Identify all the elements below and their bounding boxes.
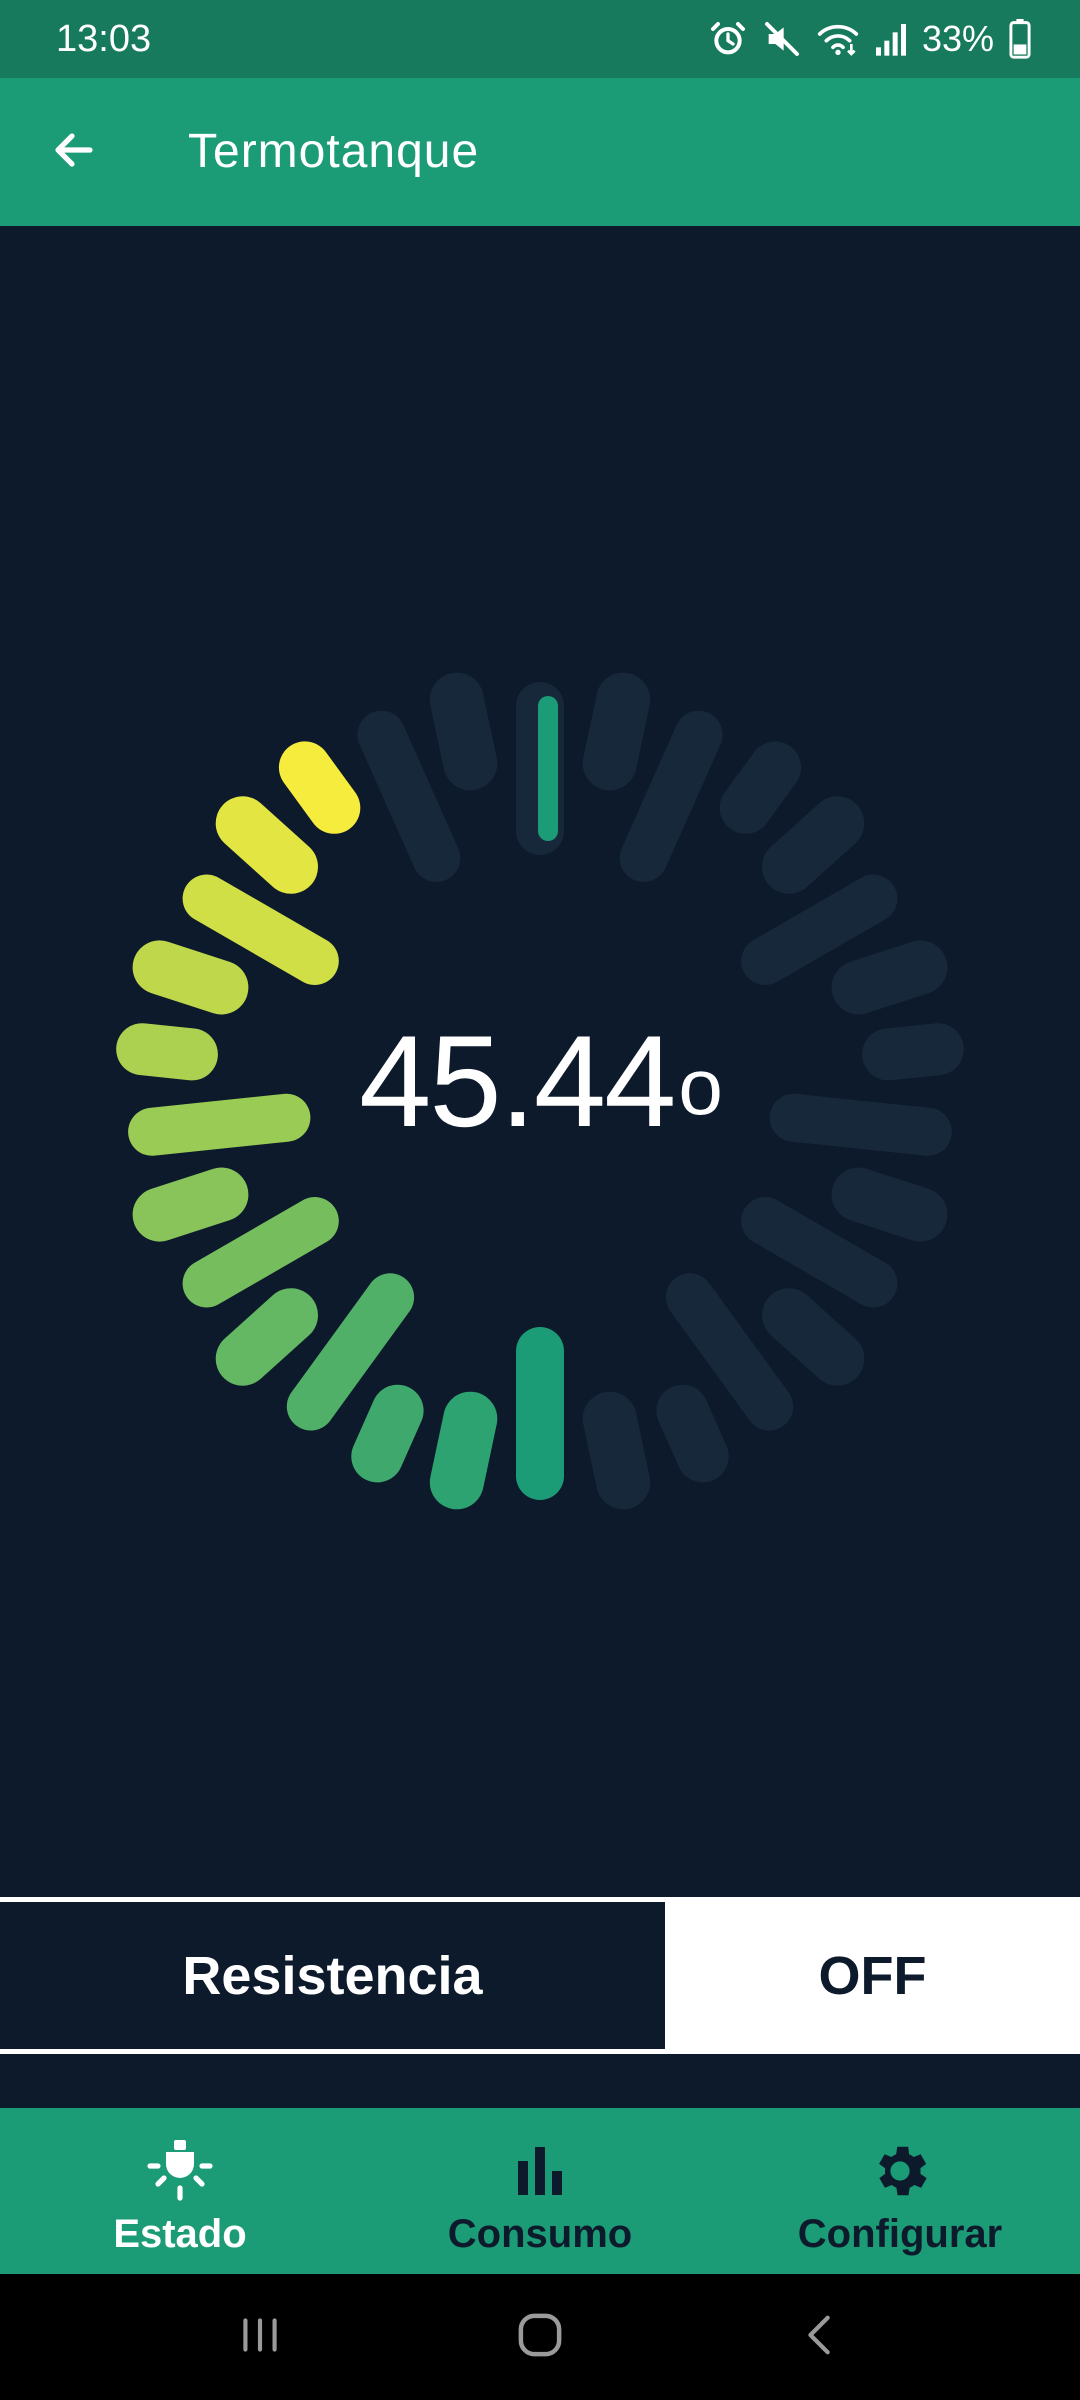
nav-item-configurar[interactable]: Configurar [720, 2108, 1080, 2274]
gauge-segment [215, 1288, 318, 1386]
resistencia-toggle[interactable]: OFF [665, 1902, 1080, 2049]
home-icon [513, 2308, 567, 2367]
degree-symbol: o [678, 1042, 722, 1131]
resistencia-row: Resistencia OFF [0, 1897, 1080, 2054]
battery-percent: 33% [921, 18, 994, 59]
nav-label-configurar: Configurar [797, 2212, 1003, 2256]
gauge-segment [665, 1273, 794, 1431]
gauge-segment [132, 940, 249, 1015]
signal-icon [874, 19, 908, 59]
gauge-segment [831, 1167, 948, 1242]
nav-item-estado[interactable]: Estado [0, 2108, 360, 2274]
page-title: Termotanque [188, 125, 480, 178]
nav-item-consumo[interactable]: Consumo [360, 2108, 720, 2274]
lamp-icon [142, 2136, 218, 2206]
back-icon [797, 2310, 843, 2365]
battery-icon [1008, 19, 1032, 59]
nav-label-consumo: Consumo [447, 2212, 633, 2256]
gauge-segment [741, 1197, 898, 1308]
gauge-segment [619, 710, 723, 882]
arrow-left-icon [50, 126, 98, 179]
recents-icon [235, 2310, 285, 2365]
gauge-segment [582, 672, 651, 791]
gauge-segment [215, 796, 318, 894]
gauge-segment [278, 741, 361, 834]
bottom-nav: Estado Consumo Configurar [0, 2108, 1080, 2274]
gauge-segment [429, 1391, 498, 1510]
gauge-segment [132, 1167, 249, 1242]
gauge-segment [351, 1384, 424, 1483]
temperature-value: 45.44 [359, 1008, 676, 1154]
gauge-segment [656, 1384, 729, 1483]
gauge-segment [357, 710, 461, 882]
gear-icon [867, 2136, 933, 2206]
recents-button[interactable] [200, 2297, 320, 2377]
app-root: 13:03 33% Termotanque 45.44o Resistencia… [0, 0, 1080, 2400]
gauge-segment [182, 874, 339, 985]
gauge-segment [762, 796, 865, 894]
mute-icon [762, 19, 802, 59]
gauge-segment [286, 1273, 415, 1431]
nav-label-estado: Estado [113, 2212, 247, 2256]
system-back-button[interactable] [760, 2297, 880, 2377]
temperature-gauge: 45.44o [0, 226, 1080, 1896]
temperature-readout: 45.44o [0, 1006, 1080, 1156]
back-button[interactable] [40, 118, 108, 186]
wifi-icon [816, 19, 860, 59]
gauge-segment [831, 940, 948, 1015]
bar-chart-icon [510, 2136, 570, 2206]
home-button[interactable] [480, 2297, 600, 2377]
status-bar: 13:03 33% [0, 0, 1080, 78]
app-bar: Termotanque [0, 78, 1080, 226]
alarm-icon [708, 19, 748, 59]
gauge-segment [741, 874, 898, 985]
status-icons: 33% [708, 14, 1032, 64]
system-nav-bar [0, 2274, 1080, 2400]
gauge-segment [719, 741, 802, 834]
gauge-segment [429, 672, 498, 791]
gauge-segment [182, 1197, 339, 1308]
resistencia-label: Resistencia [182, 1945, 483, 2006]
gauge-segment [762, 1288, 865, 1386]
gauge-segment [582, 1391, 651, 1510]
status-time: 13:03 [56, 18, 152, 60]
